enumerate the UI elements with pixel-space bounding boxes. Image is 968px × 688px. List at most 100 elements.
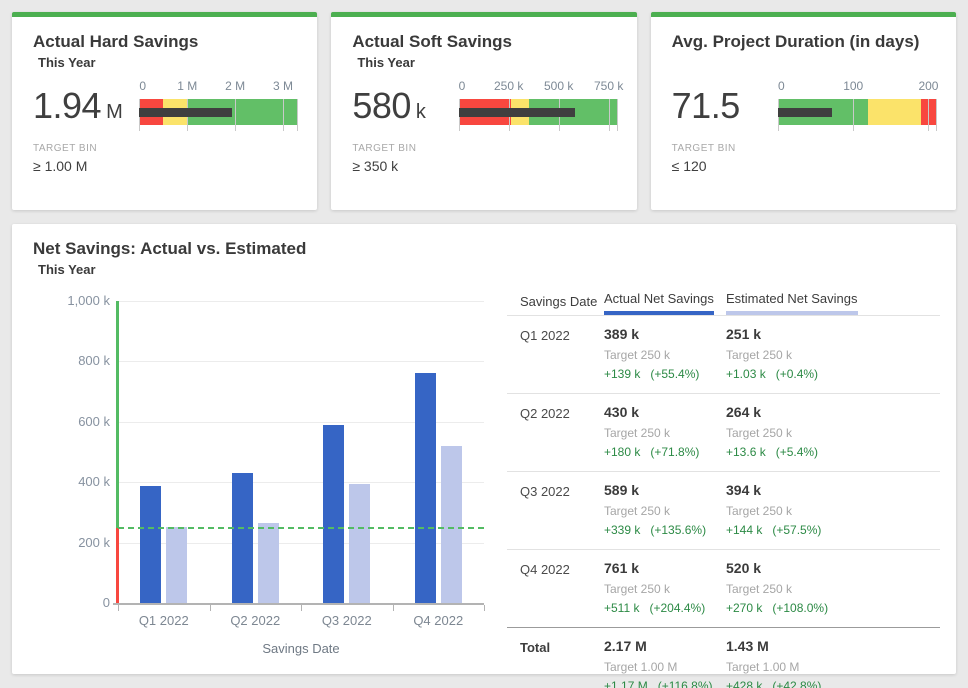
cell-target: Target 250 k <box>726 504 940 518</box>
bar-estimated-net-savings-q3-2022[interactable] <box>349 484 370 603</box>
bullet-zone-yellow <box>868 99 921 125</box>
y-axis-tick-label: 400 k <box>40 474 110 489</box>
variance-delta: +270 k <box>726 601 762 615</box>
target-bin-value: ≥ 1.00 M <box>33 158 122 174</box>
x-axis-tick <box>393 605 394 611</box>
x-axis-category-label: Q3 2022 <box>301 613 393 628</box>
bullet-tick <box>928 99 929 131</box>
panel-subtitle: This Year <box>38 262 940 277</box>
cell-variance: +139 k (+55.4%) <box>604 367 726 381</box>
bullet-tick-label: 0 <box>778 79 785 93</box>
bullet-tick-label: 100 <box>843 79 863 93</box>
bullet-tick-label: 2 M <box>225 79 245 93</box>
variance-percent: (+71.8%) <box>650 445 699 459</box>
estimated-cell: 394 k Target 250 k +144 k (+57.5%) <box>726 482 940 537</box>
variance-delta: +1.17 M <box>604 679 648 688</box>
kpi-value-number: 1.94 <box>33 85 101 126</box>
cell-variance: +1.17 M (+116.8%) <box>604 679 726 688</box>
bar-actual-net-savings-q3-2022[interactable] <box>323 425 344 603</box>
column-header-savings-date[interactable]: Savings Date <box>507 291 604 315</box>
row-date: Q1 2022 <box>507 326 604 381</box>
card-subtitle: This Year <box>357 55 622 71</box>
gridline <box>118 301 484 302</box>
kpi-card-hard-savings[interactable]: Actual Hard Savings This Year 1.94M TARG… <box>12 12 317 210</box>
column-header-estimated-net-savings[interactable]: Estimated Net Savings <box>726 291 858 315</box>
table-row[interactable]: Q3 2022589 kTarget 250 k+339 k(+135.6%)3… <box>507 471 940 549</box>
variance-delta: +139 k <box>604 367 640 381</box>
bar-chart-plot-area: 0200 k400 k600 k800 k1,000 kQ1 2022Q2 20… <box>118 301 484 603</box>
cell-value: 251 k <box>726 326 940 342</box>
cell-variance: +180 k(+71.8%) <box>604 445 726 459</box>
column-header-actual-net-savings[interactable]: Actual Net Savings <box>604 291 714 315</box>
bullet-measure-bar <box>139 108 232 117</box>
bullet-tick-label: 750 k <box>594 79 623 93</box>
y-axis-tick-label: 1,000 k <box>40 293 110 308</box>
cell-value: 394 k <box>726 482 940 498</box>
table-row[interactable]: Q1 2022389 kTarget 250 k+139 k(+55.4%)25… <box>507 315 940 393</box>
gridline <box>118 361 484 362</box>
bar-estimated-net-savings-q1-2022[interactable] <box>166 527 187 603</box>
target-bin-value: ≤ 120 <box>672 158 745 174</box>
bar-actual-net-savings-q4-2022[interactable] <box>415 373 436 603</box>
kpi-card-soft-savings[interactable]: Actual Soft Savings This Year 580k TARGE… <box>331 12 636 210</box>
kpi-card-project-duration[interactable]: Avg. Project Duration (in days) 71.5 TAR… <box>651 12 956 210</box>
x-axis-title: Savings Date <box>118 641 484 656</box>
net-savings-panel[interactable]: Net Savings: Actual vs. Estimated This Y… <box>12 224 956 674</box>
cell-target: Target 250 k <box>726 348 940 362</box>
actual-cell: 761 kTarget 250 k+511 k(+204.4%) <box>604 560 726 615</box>
cell-value: 389 k <box>604 326 726 342</box>
actual-cell: 430 kTarget 250 k+180 k(+71.8%) <box>604 404 726 459</box>
bullet-tick <box>617 99 618 131</box>
bullet-tick-label: 0 <box>139 79 146 93</box>
card-subtitle <box>677 55 942 71</box>
card-subtitle: This Year <box>38 55 303 71</box>
kpi-value-suffix: k <box>416 101 426 123</box>
table-row[interactable]: Q4 2022761 kTarget 250 k+511 k(+204.4%)5… <box>507 549 940 627</box>
row-date: Q3 2022 <box>507 482 604 537</box>
variance-percent: (+42.8%) <box>772 679 821 688</box>
card-title: Actual Soft Savings <box>352 32 622 52</box>
table-header-row: Savings Date Actual Net Savings Estimate… <box>507 291 940 315</box>
kpi-value: 1.94M <box>33 85 122 127</box>
actual-cell: 589 kTarget 250 k+339 k(+135.6%) <box>604 482 726 537</box>
x-axis-tick <box>301 605 302 611</box>
y-axis-line-below-target <box>116 528 119 604</box>
variance-percent: (+5.4%) <box>776 445 818 459</box>
cell-target: Target 250 k <box>604 348 726 362</box>
variance-percent: (+116.8%) <box>658 679 713 688</box>
cell-value: 1.43 M <box>726 638 940 654</box>
estimated-cell: 1.43 MTarget 1.00 M+428 k(+42.8%) <box>726 638 940 688</box>
bar-actual-net-savings-q1-2022[interactable] <box>140 486 161 603</box>
target-bin-label: TARGET BIN <box>352 143 425 154</box>
target-line <box>118 527 484 529</box>
bar-actual-net-savings-q2-2022[interactable] <box>232 473 253 603</box>
bullet-chart: 01 M2 M3 M <box>139 77 297 137</box>
cell-variance: +428 k(+42.8%) <box>726 679 940 688</box>
kpi-value-number: 580 <box>352 85 411 126</box>
table-row[interactable]: Q2 2022430 kTarget 250 k+180 k(+71.8%)26… <box>507 393 940 471</box>
bar-estimated-net-savings-q4-2022[interactable] <box>441 446 462 603</box>
bullet-tick <box>936 99 937 131</box>
kpi-value: 580k <box>352 85 425 127</box>
cell-value: 589 k <box>604 482 726 498</box>
cell-target: Target 250 k <box>604 504 726 518</box>
cell-target: Target 1.00 M <box>604 660 726 674</box>
x-axis-category-label: Q1 2022 <box>118 613 210 628</box>
bullet-tick-label: 1 M <box>177 79 197 93</box>
variance-percent: (+55.4%) <box>650 367 699 381</box>
variance-percent: (+57.5%) <box>772 523 821 537</box>
savings-table: Savings Date Actual Net Savings Estimate… <box>495 277 940 688</box>
kpi-value: 71.5 <box>672 85 745 127</box>
variance-delta: +144 k <box>726 523 762 537</box>
cell-value: 430 k <box>604 404 726 420</box>
card-title: Actual Hard Savings <box>33 32 303 52</box>
table-total-row[interactable]: Total2.17 MTarget 1.00 M+1.17 M(+116.8%)… <box>507 627 940 688</box>
bar-estimated-net-savings-q2-2022[interactable] <box>258 523 279 603</box>
bullet-tick <box>235 99 236 131</box>
variance-percent: (+204.4%) <box>649 601 705 615</box>
y-axis-line-above-target <box>116 301 119 528</box>
cell-value: 761 k <box>604 560 726 576</box>
variance-delta: +13.6 k <box>726 445 766 459</box>
bullet-tick <box>609 99 610 131</box>
cell-target: Target 250 k <box>726 582 940 596</box>
